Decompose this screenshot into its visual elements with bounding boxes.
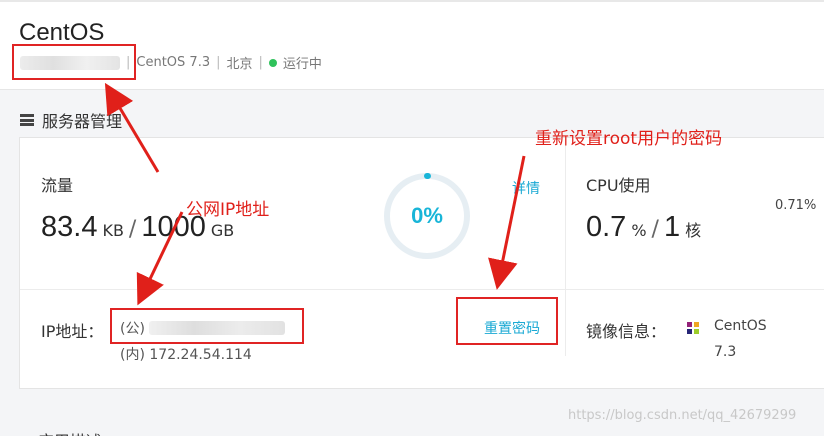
cpu-usage-unit: % xyxy=(631,221,647,240)
server-list-icon xyxy=(20,114,34,126)
traffic-detail-link[interactable]: 详情 xyxy=(512,178,540,198)
os-version: CentOS 7.3 xyxy=(136,55,211,70)
instance-title: CentOS xyxy=(19,19,105,46)
region: 北京 xyxy=(226,57,253,72)
annotation-box-public-ip xyxy=(110,308,304,344)
cpu-value: 0.7 % / 1 核 xyxy=(586,211,702,243)
cpu-usage: 0.7 xyxy=(586,211,627,243)
traffic-total-unit: GB xyxy=(210,221,235,240)
status-dot-icon xyxy=(268,58,277,67)
mirror-version: 7.3 xyxy=(714,344,737,360)
centos-logo-icon xyxy=(687,322,699,334)
ip-label: IP地址： xyxy=(41,322,104,341)
annotation-box-reset-password xyxy=(456,297,558,345)
cpu-label: CPU使用 xyxy=(586,176,651,195)
status-text: 运行中 xyxy=(282,57,322,72)
section-app-description: ▼ 应用描述 xyxy=(20,428,102,436)
next-section-title: 应用描述 xyxy=(38,428,102,436)
annotation-box-instance-name xyxy=(12,44,136,80)
traffic-label: 流量 xyxy=(41,176,74,195)
watermark: https://blog.csdn.net/qq_42679299 xyxy=(568,408,797,423)
cpu-cores: 1 xyxy=(663,211,681,243)
cpu-percent-small: 0.71% xyxy=(775,198,817,213)
mirror-name: CentOS xyxy=(714,318,767,334)
annotation-public-ip: 公网IP地址 xyxy=(186,200,270,220)
annotation-reset-root: 重新设置root用户的密码 xyxy=(535,129,723,149)
cpu-cores-unit: 核 xyxy=(685,221,702,240)
mirror-label: 镜像信息： xyxy=(586,322,667,341)
separator: | xyxy=(258,55,263,70)
section-title: 服务器管理 xyxy=(42,112,123,131)
separator: | xyxy=(216,55,221,70)
traffic-used: 83.4 xyxy=(41,211,98,243)
server-card: 流量 83.4 KB / 1000 GB 0% 详情 CPU使用 0.71% 0… xyxy=(19,137,824,389)
section-server-management: 服务器管理 xyxy=(20,108,122,132)
private-ip: (内) 172.24.54.114 xyxy=(120,347,252,363)
traffic-used-unit: KB xyxy=(102,221,124,240)
traffic-ring-percent: 0% xyxy=(411,203,443,228)
